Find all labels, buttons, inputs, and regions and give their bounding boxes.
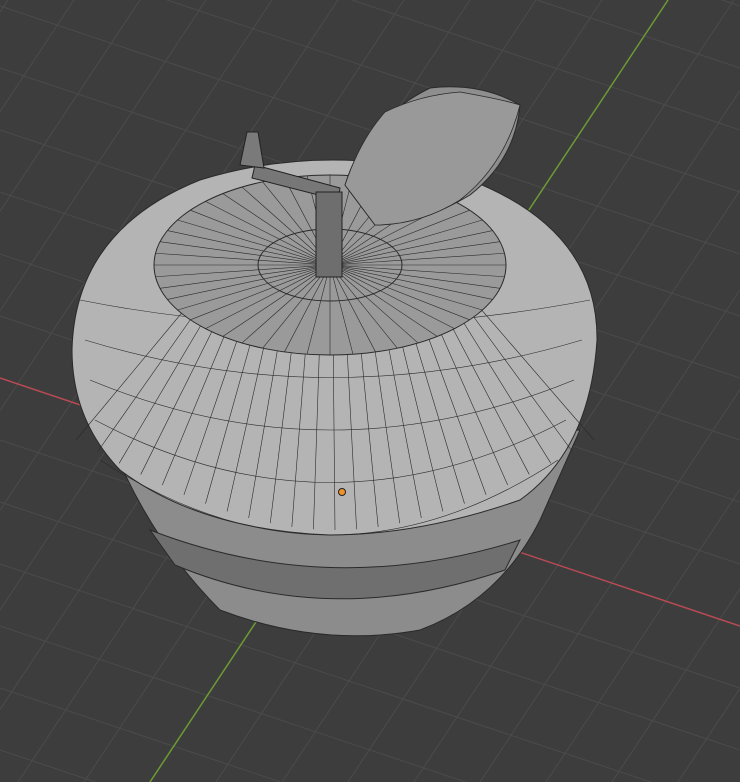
grid-line	[545, 488, 740, 782]
object-origin-dot[interactable]	[338, 488, 346, 496]
apple-mesh[interactable]	[71, 86, 598, 637]
grid-line	[677, 688, 740, 782]
3d-viewport[interactable]	[0, 0, 740, 782]
apple-stem-tip	[239, 131, 265, 169]
grid-line	[0, 687, 281, 782]
grid-line	[0, 0, 141, 212]
grid-line	[0, 749, 96, 782]
grid-line	[611, 588, 740, 782]
apple-stem-vertical	[315, 191, 343, 278]
grid-line	[536, 0, 740, 69]
grid-line	[0, 0, 75, 112]
viewport-scene[interactable]	[0, 0, 740, 782]
